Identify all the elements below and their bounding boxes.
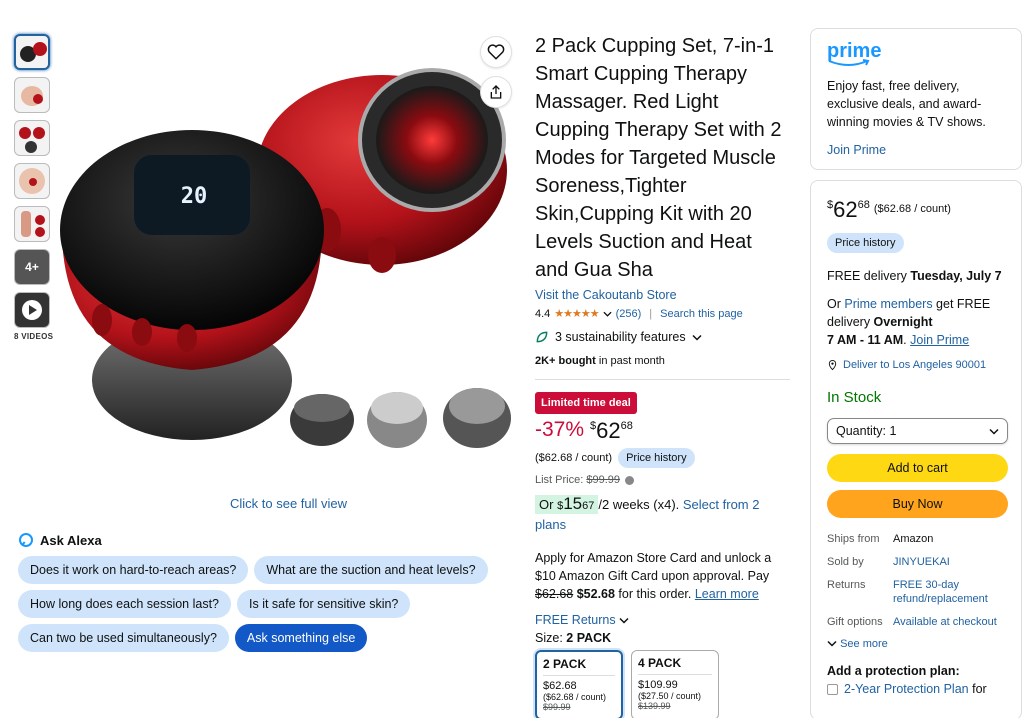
join-prime-link[interactable]: Join Prime [827, 143, 1005, 157]
rating-value: 4.4 [535, 307, 551, 320]
price-history-button[interactable]: Price history [618, 448, 695, 468]
learn-more-link[interactable]: Learn more [695, 587, 759, 601]
more-images-label: 4+ [25, 260, 39, 274]
buy-box-unit-price: ($62.68 / count) [873, 203, 951, 215]
star-rating-icon[interactable]: ★★★★★ [554, 307, 599, 320]
alexa-icon [19, 533, 33, 547]
protection-plan-checkbox[interactable] [827, 683, 838, 695]
delivery-info: FREE delivery Tuesday, July 7 [827, 269, 1002, 283]
unit-price: ($62.68 / count) [535, 452, 613, 464]
see-more-link[interactable]: See more [827, 638, 1005, 650]
play-icon [22, 300, 42, 320]
thumbnail-2[interactable] [14, 77, 50, 113]
favorite-button[interactable] [480, 36, 512, 68]
thumbnail-video[interactable] [14, 292, 50, 328]
alexa-question-chip[interactable]: What are the suction and heat levels? [254, 556, 488, 584]
ask-alexa-title: Ask Alexa [40, 532, 102, 548]
alexa-question-chip[interactable]: How long does each session last? [18, 590, 232, 618]
thumbnail-5[interactable] [14, 206, 50, 242]
see-full-view-link[interactable]: Click to see full view [230, 496, 347, 511]
prime-description: Enjoy fast, free delivery, exclusive dea… [827, 79, 986, 129]
alexa-question-chip[interactable]: Does it work on hard-to-reach areas? [18, 556, 249, 584]
size-option-2-pack[interactable]: 2 PACK $62.68 ($62.68 / count) $99.99 [535, 650, 623, 718]
bought-count: 2K+ bought in past month [535, 355, 665, 367]
list-price: List Price: $99.99 [535, 474, 790, 486]
location-pin-icon [828, 359, 837, 371]
returns-policy-link[interactable]: FREE 30-day refund/replacement [893, 578, 1005, 606]
thumbnail-4[interactable] [14, 163, 50, 199]
quantity-select[interactable]: Quantity: 1 [827, 418, 1008, 444]
price-fraction: 68 [620, 420, 633, 432]
leaf-icon [536, 331, 548, 343]
prime-logo: prime [827, 41, 1005, 67]
deliver-to-link[interactable]: Deliver to Los Angeles 90001 [827, 359, 1005, 371]
thumbnail-more[interactable]: 4+ [14, 249, 50, 285]
thumbnail-3[interactable] [14, 120, 50, 156]
size-label: Size: 2 PACK [535, 631, 612, 645]
size-option-4-pack[interactable]: 4 PACK $109.99 ($27.50 / count) $139.99 [631, 650, 719, 718]
buy-box: $6268 ($62.68 / count) Price history FRE… [810, 180, 1022, 718]
alexa-question-chip[interactable]: Is it safe for sensitive skin? [237, 590, 411, 618]
device-display-value: 20 [181, 184, 208, 209]
stock-status: In Stock [827, 389, 882, 406]
size-options: 2 PACK $62.68 ($62.68 / count) $99.99 4 … [535, 650, 790, 718]
limited-deal-badge: Limited time deal [535, 392, 637, 414]
price-row: -37% $ 62 68 [535, 418, 790, 444]
store-card-offer: Apply for Amazon Store Card and unlock a… [535, 551, 772, 601]
protection-plan: Add a protection plan: 2-Year Protection… [827, 664, 1005, 696]
protection-plan-link[interactable]: 2-Year Protection Plan [844, 682, 969, 696]
heart-icon [487, 44, 505, 60]
prime-delivery-info: Or Prime members get FREE delivery Overn… [827, 297, 991, 347]
seller-details: Ships from Amazon Sold by JINYUEKAI Return… [827, 532, 1005, 629]
review-count-link[interactable]: (256) [616, 308, 642, 320]
discount-percent: -37% [535, 418, 585, 441]
unit-price-row: ($62.68 / count) Price history [535, 448, 790, 468]
product-title: 2 Pack Cupping Set, 7-in-1 Smart Cupping… [535, 35, 782, 281]
search-page-link[interactable]: Search this page [660, 308, 743, 320]
join-prime-link[interactable]: Join Prime [910, 333, 969, 347]
sustainability-label: 3 sustainability features [555, 330, 686, 344]
price-whole: 62 [596, 418, 621, 443]
chevron-down-icon[interactable] [603, 311, 612, 317]
product-info: 2 Pack Cupping Set, 7-in-1 Smart Cupping… [535, 32, 790, 718]
chevron-down-icon [989, 428, 999, 435]
ask-alexa-header: Ask Alexa [18, 532, 518, 548]
main-product-image[interactable]: 20 [52, 60, 522, 480]
add-to-cart-button[interactable]: Add to cart [827, 454, 1008, 482]
share-button[interactable] [480, 76, 512, 108]
alexa-question-chip[interactable]: Can two be used simultaneously? [18, 624, 229, 652]
ask-alexa-panel: Ask Alexa Does it work on hard-to-reach … [18, 532, 518, 658]
divider: | [649, 307, 653, 320]
installment-offer: Or $1567/2 weeks (x4). Select from 2 pla… [535, 494, 760, 532]
chevron-down-icon [619, 617, 629, 624]
price-history-button[interactable]: Price history [827, 233, 904, 253]
sustainability-features[interactable]: 3 sustainability features [535, 330, 790, 344]
share-icon [490, 85, 502, 99]
gift-options-link[interactable]: Available at checkout [893, 615, 1005, 629]
buy-now-button[interactable]: Buy Now [827, 490, 1008, 518]
prime-members-link[interactable]: Prime members [844, 297, 932, 311]
protection-plan-option[interactable]: 2-Year Protection Plan for [827, 682, 1005, 696]
thumbnail-strip: 4+ 8 VIDEOS [14, 34, 54, 341]
ask-something-else-button[interactable]: Ask something else [234, 624, 368, 652]
currency-symbol: $ [590, 420, 597, 432]
rating-row: 4.4 ★★★★★ (256) | Search this page [535, 307, 790, 321]
chevron-down-icon [692, 334, 702, 341]
section-divider [535, 379, 790, 380]
seller-link[interactable]: JINYUEKAI [893, 555, 1005, 569]
prime-promo-box: prime Enjoy fast, free delivery, exclusi… [810, 28, 1022, 170]
thumbnail-1[interactable] [14, 34, 50, 70]
videos-count-label: 8 VIDEOS [14, 332, 54, 341]
store-link[interactable]: Visit the Cakoutanb Store [535, 288, 790, 302]
buy-box-price: $6268 ($62.68 / count) [827, 197, 951, 222]
info-icon[interactable] [625, 475, 635, 485]
chevron-down-icon [827, 640, 837, 647]
free-returns-link[interactable]: FREE Returns [535, 613, 790, 627]
